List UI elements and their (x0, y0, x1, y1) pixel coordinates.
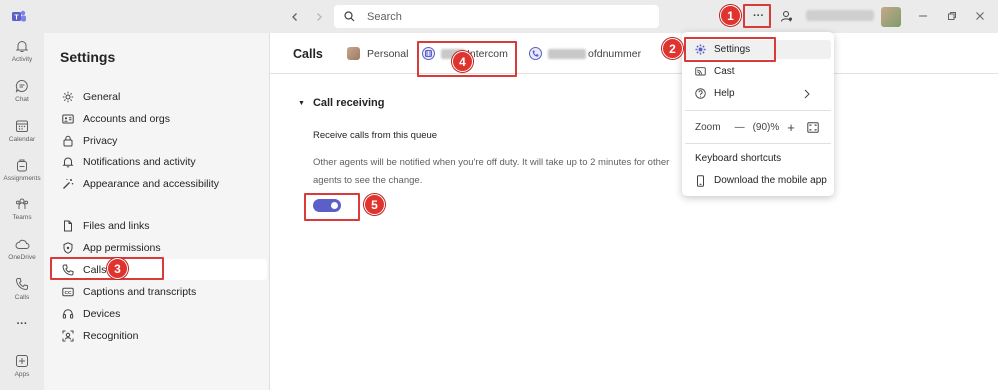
phone-icon (15, 278, 28, 291)
menu-item-cast[interactable]: Cast (685, 62, 831, 81)
bell-icon (15, 41, 29, 52)
teams-icon (15, 198, 29, 209)
lock-icon (63, 135, 73, 146)
annotation-box-settings (684, 37, 776, 62)
calendar-icon (16, 120, 28, 132)
receive-calls-label: Receive calls from this queue (313, 130, 438, 141)
rail-item-activity[interactable]: Activity (0, 39, 44, 63)
rail-item-assignments[interactable]: Assignments (0, 158, 44, 182)
sidebar-item-accounts[interactable]: Accounts and orgs (52, 108, 267, 129)
zoom-in-button[interactable]: + (787, 120, 795, 135)
annotation-badge: 4 (452, 51, 473, 72)
people-settings-icon[interactable] (777, 7, 795, 25)
zoom-value: (90)% (752, 121, 780, 133)
sidebar-item-general[interactable]: General (52, 86, 267, 107)
redacted-text (548, 48, 586, 59)
annotation-badge: 5 (364, 194, 385, 215)
minimize-icon[interactable] (915, 8, 931, 24)
gear-icon (62, 91, 74, 102)
tab-hoofdnummer[interactable]: ofdnummer (529, 47, 641, 60)
annotation-badge: 1 (720, 5, 741, 26)
annotation-box-more-options (743, 4, 771, 28)
sidebar-item-devices[interactable]: Devices (52, 303, 267, 324)
file-icon (64, 220, 72, 231)
mobile-phone-icon (697, 174, 704, 187)
search-placeholder: Search (367, 10, 402, 23)
teams-logo-icon: T (10, 7, 28, 25)
menu-item-help[interactable]: Help (685, 84, 831, 103)
tab-personal[interactable]: Personal (347, 47, 408, 60)
zoom-label: Zoom (695, 121, 721, 133)
forward-arrow-icon[interactable] (310, 8, 328, 26)
settings-title: Settings (60, 49, 116, 65)
receive-calls-description: Other agents will be notified when you'r… (313, 157, 670, 186)
menu-divider (685, 143, 831, 144)
settings-sidebar: Settings General Accounts and orgs Priva… (44, 33, 270, 390)
title-bar: T Search ··· (0, 0, 998, 33)
restore-icon[interactable] (944, 8, 960, 24)
magic-wand-icon (63, 178, 74, 189)
back-arrow-icon[interactable] (286, 8, 304, 26)
chevron-right-icon (804, 89, 810, 98)
zoom-out-button[interactable]: — (735, 122, 745, 133)
svg-text:CC: CC (65, 290, 72, 296)
sidebar-item-files[interactable]: Files and links (52, 215, 267, 236)
avatar[interactable] (881, 7, 901, 27)
cloud-icon (15, 239, 29, 249)
call-queue-icon (529, 47, 542, 60)
shield-icon (63, 241, 73, 254)
rail-item-apps[interactable]: Apps (0, 354, 44, 378)
calls-header: Calls Personal Intercom ofdnummer (270, 33, 998, 74)
rail-item-onedrive[interactable]: OneDrive (0, 237, 44, 261)
chat-icon (15, 79, 28, 93)
annotation-badge: 3 (107, 258, 128, 279)
svg-text:T: T (14, 15, 19, 22)
fit-screen-icon[interactable] (807, 121, 819, 133)
sidebar-item-captions[interactable]: CC Captions and transcripts (52, 281, 267, 302)
menu-item-keyboard-shortcuts[interactable]: Keyboard shortcuts (685, 149, 831, 168)
rail-more-button[interactable]: ··· (0, 318, 44, 330)
headset-icon (62, 308, 74, 318)
zoom-row: Zoom — (90)% + (695, 120, 827, 135)
backpack-icon (17, 159, 27, 172)
personal-avatar (347, 47, 360, 60)
call-receiving-section-toggle[interactable]: ▼ Call receiving (298, 97, 384, 109)
search-icon (344, 11, 355, 22)
closed-captions-icon: CC (62, 287, 74, 296)
teams-window: T Search ··· Activity Chat Calendar Assi… (0, 0, 998, 390)
rail-item-teams[interactable]: Teams (0, 197, 44, 221)
caret-down-icon: ▼ (298, 99, 305, 107)
page-title: Calls (293, 47, 323, 61)
rail-item-calendar[interactable]: Calendar (0, 119, 44, 143)
cast-icon (695, 67, 706, 76)
menu-item-download-mobile-app[interactable]: Download the mobile app (685, 171, 831, 190)
rail-item-chat[interactable]: Chat (0, 79, 44, 103)
plus-box-icon (16, 355, 28, 367)
close-icon[interactable] (972, 8, 988, 24)
sidebar-item-appearance[interactable]: Appearance and accessibility (52, 173, 267, 194)
annotation-box-toggle (304, 193, 360, 221)
sidebar-item-app-permissions[interactable]: App permissions (52, 237, 267, 258)
user-name-blurred (806, 10, 874, 21)
id-card-icon (62, 114, 74, 123)
app-rail: Activity Chat Calendar Assignments Teams… (0, 33, 44, 390)
sidebar-item-notifications[interactable]: Notifications and activity (52, 151, 267, 172)
rail-item-calls[interactable]: Calls (0, 277, 44, 301)
sidebar-item-privacy[interactable]: Privacy (52, 130, 267, 151)
help-icon (695, 88, 706, 99)
annotation-badge: 2 (662, 38, 683, 59)
menu-divider (685, 110, 831, 111)
search-input[interactable]: Search (334, 5, 659, 28)
face-recognition-icon (62, 330, 74, 341)
bell-icon (62, 157, 74, 167)
sidebar-item-recognition[interactable]: Recognition (52, 325, 267, 346)
